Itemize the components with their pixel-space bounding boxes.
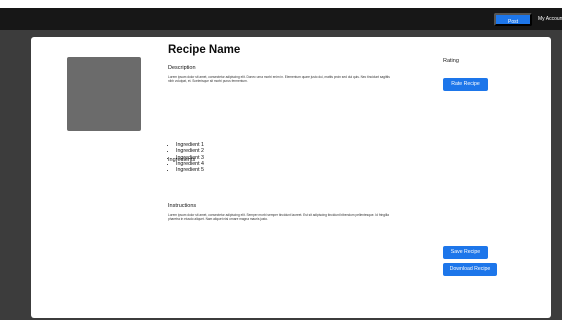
instructions-heading: Instructions	[168, 203, 197, 209]
top-navbar	[0, 8, 562, 30]
list-item: Ingredient 3	[176, 155, 204, 161]
list-item: Ingredient 5	[176, 167, 204, 173]
list-item: Ingredient 2	[176, 148, 204, 154]
my-account-link[interactable]: My Account	[538, 13, 562, 26]
rating-label: Rating	[443, 58, 459, 64]
instructions-text: Lorem ipsum dolor sit amet, consectetur …	[168, 213, 389, 222]
recipe-title: Recipe Name	[168, 44, 241, 56]
ingredients-list: Ingredient 1 Ingredient 2 Ingredient 3 I…	[171, 142, 204, 173]
save-recipe-button[interactable]: Save Recipe	[443, 246, 488, 259]
rate-recipe-button[interactable]: Rate Recipe	[443, 78, 488, 91]
post-recipe-button[interactable]: Post Recipe	[494, 13, 532, 38]
description-heading: Description	[168, 65, 196, 71]
recipe-image-placeholder	[67, 57, 141, 131]
description-text: Lorem ipsum dolor sit amet, consectetur …	[168, 75, 390, 84]
download-recipe-button[interactable]: Download Recipe	[443, 263, 497, 276]
browser-top-strip	[0, 0, 562, 8]
